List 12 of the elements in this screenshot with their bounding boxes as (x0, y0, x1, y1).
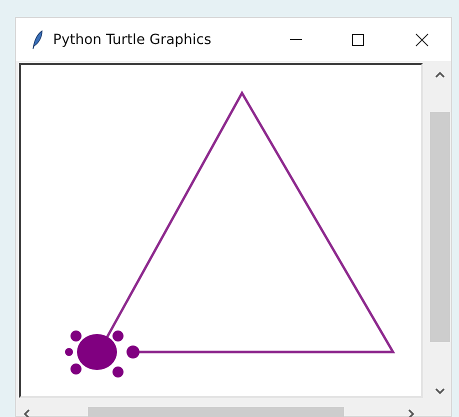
turtle-icon (65, 330, 140, 378)
scrollbar-thumb[interactable] (430, 112, 450, 342)
maximize-icon (351, 32, 365, 46)
window-title: Python Turtle Graphics (53, 32, 212, 48)
minimize-icon (290, 39, 302, 40)
close-icon (415, 32, 429, 46)
feather-icon (31, 30, 43, 50)
scroll-up-icon[interactable] (435, 71, 445, 78)
scroll-right-icon[interactable] (408, 409, 415, 417)
scroll-left-icon[interactable] (23, 409, 30, 417)
scroll-down-icon[interactable] (435, 388, 445, 395)
scrollbar-thumb[interactable] (88, 407, 344, 417)
